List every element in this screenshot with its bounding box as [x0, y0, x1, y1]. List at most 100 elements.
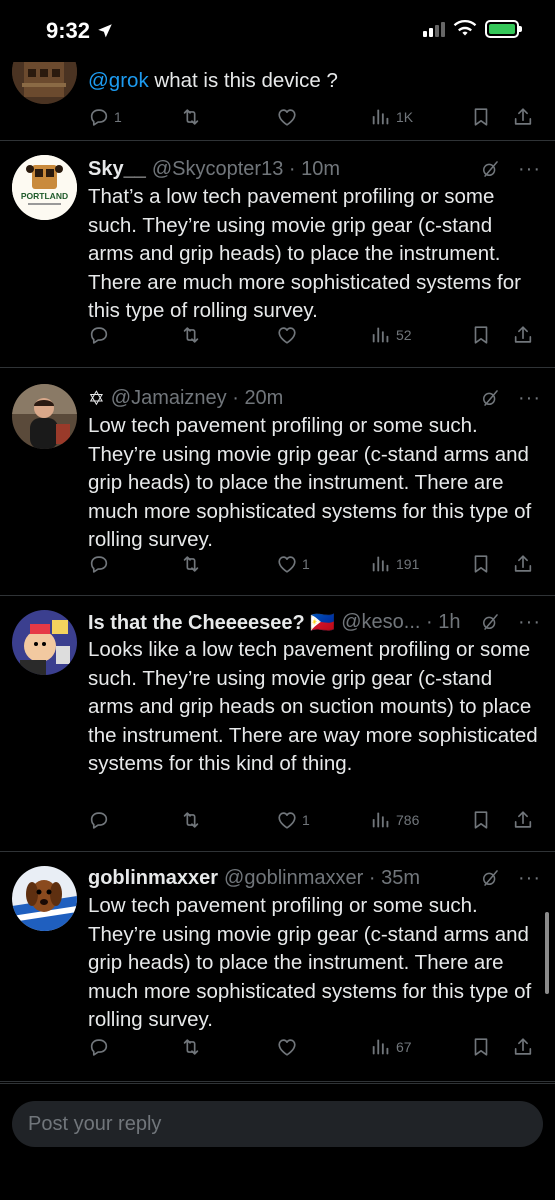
share-icon: [512, 809, 534, 831]
reply-count: 1: [114, 109, 122, 125]
tweet-text: That’s a low tech pavement profiling or …: [88, 185, 521, 323]
avatar-label: PORTLAND: [21, 191, 68, 201]
views-button[interactable]: 1K: [370, 106, 470, 128]
avatar[interactable]: [12, 610, 77, 675]
handle-and-time[interactable]: @keso... · 1h: [341, 611, 460, 634]
views-button[interactable]: 191: [370, 553, 470, 575]
views-count: 1K: [396, 109, 414, 125]
more-options-icon[interactable]: ···: [518, 612, 541, 632]
more-options-icon[interactable]: ···: [518, 159, 541, 179]
share-button[interactable]: [512, 106, 534, 128]
views-chart-icon: [370, 324, 392, 346]
share-icon: [512, 1036, 534, 1058]
retweet-icon: [180, 809, 202, 831]
reply-icon: [88, 553, 110, 575]
heart-icon: [276, 809, 298, 831]
handle-and-time[interactable]: @Jamaizney · 20m: [111, 387, 284, 410]
avatar[interactable]: [12, 866, 77, 931]
status-indicators: [423, 20, 522, 38]
location-arrow-icon: [98, 24, 112, 38]
tweet-text: Low tech pavement profiling or some such…: [88, 414, 532, 552]
avatar[interactable]: [12, 384, 77, 449]
heart-icon: [276, 1036, 298, 1058]
reply-tweet[interactable]: goblinmaxxer @goblinmaxxer · 35m ··· Low…: [0, 852, 555, 1082]
reply-button[interactable]: [88, 809, 180, 831]
heart-icon: [276, 106, 298, 128]
bookmark-icon: [470, 1036, 492, 1058]
handle-and-time[interactable]: @Skycopter13 · 10m: [152, 158, 340, 181]
tweet-text: Low tech pavement profiling or some such…: [88, 894, 532, 1032]
bookmark-button[interactable]: [470, 324, 512, 346]
bookmark-button[interactable]: [470, 809, 512, 831]
bookmark-icon: [470, 324, 492, 346]
views-button[interactable]: 52: [370, 324, 470, 346]
views-chart-icon: [370, 1036, 392, 1058]
tweet-header: ✡ @Jamaizney · 20m ···: [88, 384, 541, 412]
more-options-icon[interactable]: ···: [518, 868, 541, 888]
views-count: 191: [396, 556, 420, 572]
like-button[interactable]: [276, 1036, 370, 1058]
bookmark-button[interactable]: [470, 553, 512, 575]
display-name[interactable]: Is that the Cheeeesee? 🇵🇭: [88, 610, 335, 635]
mention-link[interactable]: @grok: [88, 69, 149, 92]
reply-button[interactable]: [88, 553, 180, 575]
display-name[interactable]: goblinmaxxer: [88, 867, 218, 890]
grok-icon[interactable]: [480, 159, 500, 179]
views-button[interactable]: 67: [370, 1036, 470, 1058]
more-options-icon[interactable]: ···: [518, 388, 541, 408]
reply-tweet[interactable]: Is that the Cheeeesee? 🇵🇭 @keso... · 1h …: [0, 596, 555, 852]
tweet-actions: 67: [88, 1035, 541, 1059]
like-button[interactable]: [276, 106, 370, 128]
bookmark-button[interactable]: [470, 106, 512, 128]
tweet-text: @grok what is this device ?: [88, 69, 338, 92]
reply-button[interactable]: [88, 324, 180, 346]
views-chart-icon: [370, 553, 392, 575]
status-time-text: 9:32: [46, 18, 91, 43]
display-name[interactable]: ✡: [88, 386, 105, 411]
share-button[interactable]: [512, 1036, 534, 1058]
bookmark-button[interactable]: [470, 1036, 512, 1058]
reply-composer: [0, 1083, 555, 1200]
retweet-button[interactable]: [180, 106, 276, 128]
retweet-button[interactable]: [180, 1036, 276, 1058]
retweet-button[interactable]: [180, 809, 276, 831]
retweet-icon: [180, 324, 202, 346]
reply-input[interactable]: [12, 1101, 543, 1147]
display-name[interactable]: Sky__: [88, 158, 146, 181]
battery-icon: [485, 20, 522, 38]
like-button[interactable]: 1: [276, 809, 370, 831]
reply-button[interactable]: 1: [88, 106, 180, 128]
wifi-icon: [453, 20, 477, 36]
reply-tweet[interactable]: @grok what is this device ? 1 1K: [0, 39, 555, 141]
grok-icon[interactable]: [480, 388, 500, 408]
avatar[interactable]: PORTLAND: [12, 155, 77, 220]
retweet-icon: [180, 1036, 202, 1058]
reply-icon: [88, 106, 110, 128]
scrollbar[interactable]: [545, 912, 549, 994]
like-button[interactable]: [276, 324, 370, 346]
reply-feed: @grok what is this device ? 1 1K PORTLAN…: [0, 39, 555, 1082]
views-button[interactable]: 786: [370, 809, 470, 831]
reply-icon: [88, 809, 110, 831]
reply-button[interactable]: [88, 1036, 180, 1058]
retweet-button[interactable]: [180, 324, 276, 346]
views-chart-icon: [370, 809, 392, 831]
handle-and-time[interactable]: @goblinmaxxer · 35m: [224, 867, 420, 890]
retweet-icon: [180, 553, 202, 575]
grok-icon[interactable]: [480, 868, 500, 888]
heart-icon: [276, 553, 298, 575]
share-button[interactable]: [512, 553, 534, 575]
reply-tweet[interactable]: ✡ @Jamaizney · 20m ··· Low tech pavement…: [0, 368, 555, 596]
grok-icon[interactable]: [480, 612, 500, 632]
reply-tweet[interactable]: PORTLAND Sky__ @Skycopter13 · 10m ··· Th…: [0, 141, 555, 368]
tweet-actions: 1 191: [88, 552, 541, 576]
bookmark-icon: [470, 553, 492, 575]
share-icon: [512, 106, 534, 128]
retweet-button[interactable]: [180, 553, 276, 575]
reply-icon: [88, 324, 110, 346]
share-button[interactable]: [512, 324, 534, 346]
share-button[interactable]: [512, 809, 534, 831]
cellular-signal-icon: [423, 21, 445, 37]
like-button[interactable]: 1: [276, 553, 370, 575]
like-count: 1: [302, 812, 310, 828]
